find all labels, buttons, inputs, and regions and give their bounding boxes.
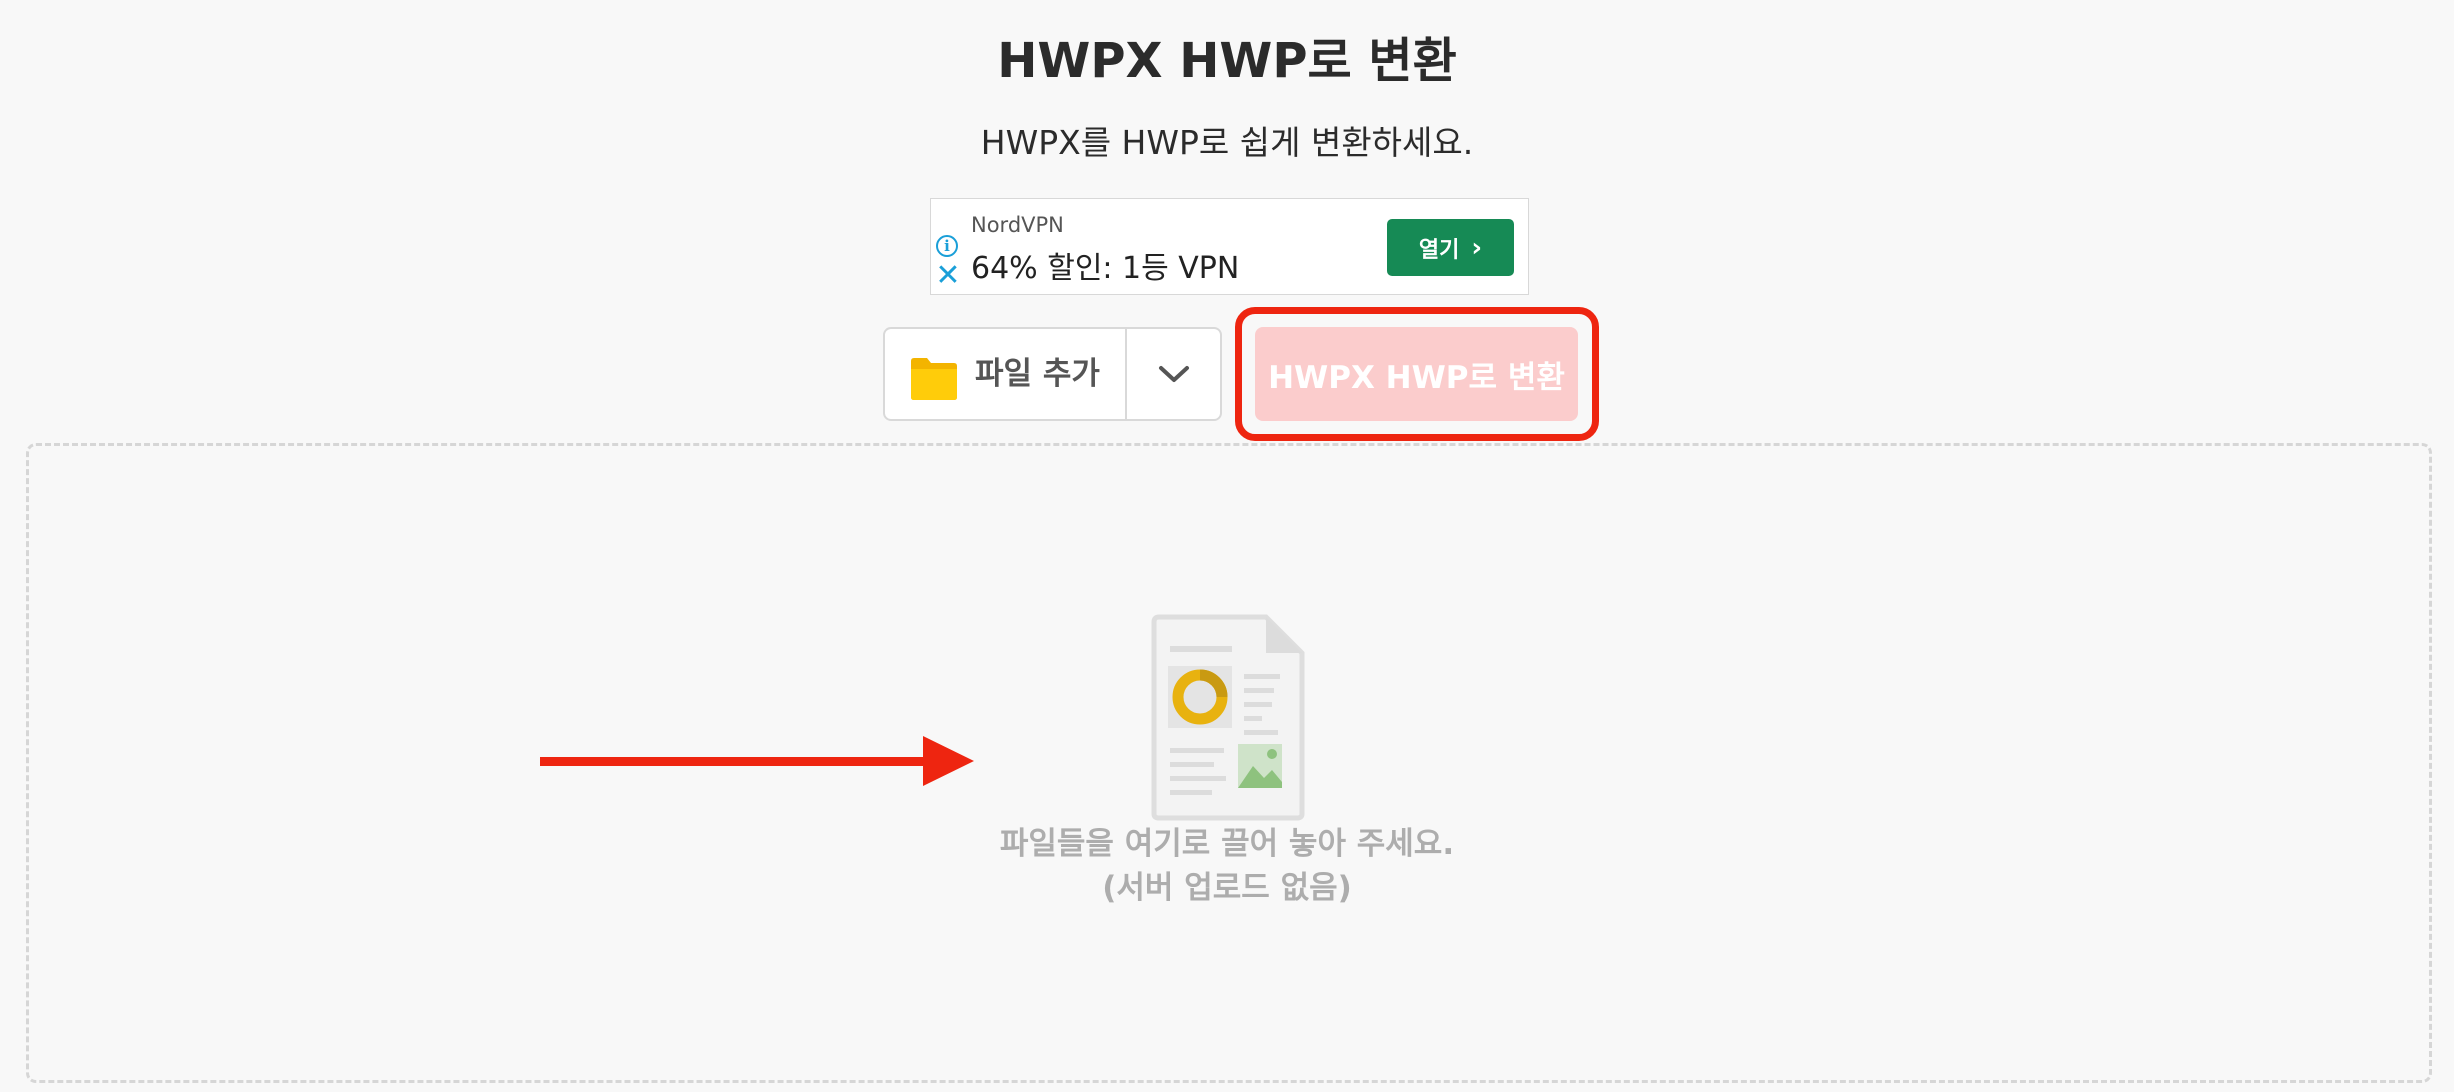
ad-open-button[interactable]: 열기 › <box>1387 219 1514 276</box>
chevron-right-icon: › <box>1471 232 1483 263</box>
document-icon <box>1151 614 1305 821</box>
drop-note: (서버 업로드 없음) <box>1102 870 1352 906</box>
ad-text[interactable]: 64% 할인: 1등 VPN <box>971 243 1239 287</box>
close-icon[interactable]: ✕ <box>935 261 961 291</box>
arrow-right-icon <box>540 736 974 786</box>
convert-button[interactable]: HWPX HWP로 변환 <box>1255 327 1578 421</box>
add-file-dropdown[interactable] <box>1127 329 1220 419</box>
ad-open-label: 열기 <box>1418 237 1460 263</box>
page-subtitle: HWPX를 HWP로 쉽게 변환하세요. <box>980 123 1474 162</box>
chevron-down-icon <box>1158 366 1189 382</box>
drop-instruction-line: 파일들을 여기로 끌어 놓아 주세요. <box>999 826 1455 862</box>
add-file-button[interactable]: 파일 추가 <box>975 329 1100 419</box>
add-file-group: 파일 추가 <box>883 327 1222 421</box>
ad-brand: NordVPN <box>971 213 1064 237</box>
folder-icon[interactable] <box>909 353 959 403</box>
info-icon[interactable]: i <box>936 235 958 257</box>
drop-instructions: 파일들을 여기로 끌어 놓아 주세요. (서버 업로드 없음) <box>0 822 2454 910</box>
page-title: HWPX HWP로 변환 <box>997 33 1457 89</box>
ad-banner[interactable]: i ✕ NordVPN 64% 할인: 1등 VPN 열기 › <box>930 198 1529 295</box>
